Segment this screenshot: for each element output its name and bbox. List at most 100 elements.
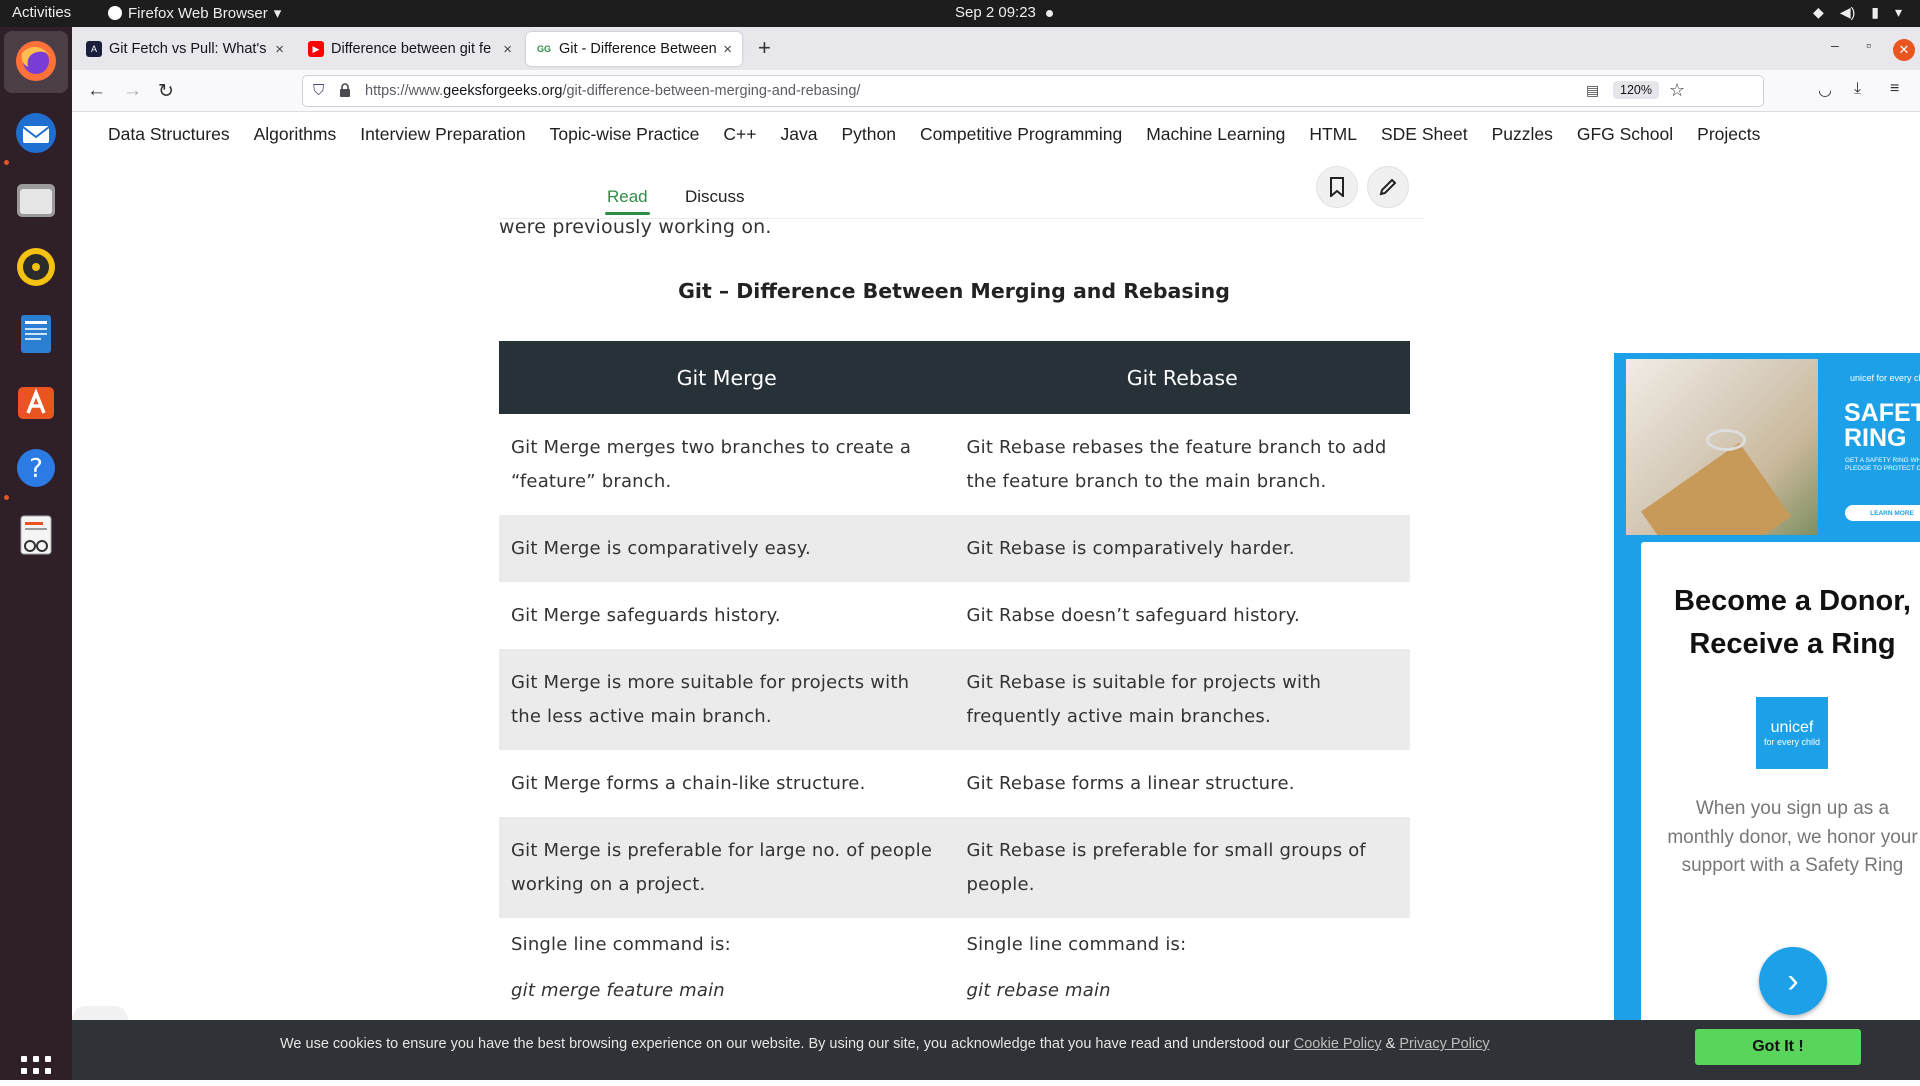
nav-puzzles[interactable]: Puzzles [1492,124,1553,145]
command-code: git merge feature main [511,980,725,1001]
reload-icon[interactable]: ↻ [158,80,174,103]
column-header-git-rebase: Git Rebase [954,341,1410,414]
libreoffice-writer-icon[interactable] [12,310,60,358]
show-applications-icon[interactable] [21,1056,51,1086]
maximize-icon[interactable]: ▫ [1866,37,1871,53]
tab-git-fetch-vs-pull[interactable]: A Git Fetch vs Pull: What's t × [76,32,294,66]
system-tray[interactable]: ◆ ◀) ▮ ▾ [1813,4,1902,21]
advertisement[interactable]: ⓘ✕ unicef for every child SAFETYRING GET… [1614,353,1920,1020]
nav-machine-learning[interactable]: Machine Learning [1146,124,1285,145]
rhythmbox-icon[interactable] [12,243,60,291]
edit-button[interactable] [1367,166,1409,208]
tab-read[interactable]: Read [605,187,650,215]
bookmark-button[interactable] [1316,166,1358,208]
bookmark-star-icon[interactable]: ☆ [1669,80,1685,101]
close-icon[interactable]: × [503,41,512,58]
tab-strip: A Git Fetch vs Pull: What's t × ▶ Differ… [72,27,1920,70]
table-cell: Git Merge is comparatively easy. [499,515,955,582]
volume-icon: ◀) [1839,4,1856,20]
tab-git-difference-merging-rebasing[interactable]: GG Git - Difference Between × [526,32,742,66]
table-row: Git Merge merges two branches to create … [499,414,1410,515]
ad-brand: unicef for every child [1850,373,1920,383]
table-cell: Git Merge safeguards history. [511,604,781,626]
firefox-icon[interactable] [12,37,60,85]
document-viewer-icon[interactable] [12,511,60,559]
tab-difference-between-git-fetch[interactable]: ▶ Difference between git fe × [298,32,522,66]
cookie-banner: We use cookies to ensure you have the be… [72,1020,1920,1080]
page-content: were previously working on. Read Discuss… [72,157,1920,1020]
nav-sde-sheet[interactable]: SDE Sheet [1381,124,1468,145]
running-indicator [4,495,9,500]
activities-button[interactable]: Activities [12,4,71,21]
tab-title: Difference between git fe [331,41,492,57]
nav-algorithms[interactable]: Algorithms [254,124,337,145]
table-cell: Git Rebase forms a linear structure. [966,772,1295,794]
ad-card-text: When you sign up as a monthly donor, we … [1667,798,1918,876]
new-tab-icon[interactable]: + [758,35,771,61]
tracking-protection-icon[interactable]: ⛉ [313,82,324,99]
cookie-message: We use cookies to ensure you have the be… [280,1036,1490,1052]
pocket-icon[interactable]: ◡ [1818,80,1832,100]
ad-learn-more-button[interactable]: LEARN MORE [1845,505,1920,521]
command-label: Single line command is: [966,934,1187,955]
menu-icon[interactable]: ≡ [1890,80,1899,98]
back-icon[interactable]: ← [87,80,106,102]
table-cell: Git Rebase rebases the feature branch to… [966,436,1387,492]
table-header-row: Git Merge Git Rebase [499,341,1410,414]
nav-interview-preparation[interactable]: Interview Preparation [360,124,525,145]
url-bar[interactable]: ⛉ https://www.geeksforgeeks.org/git-diff… [302,75,1764,107]
table-row: Git Merge forms a chain-like structure. … [499,750,1410,817]
table-cell: Git Rebase is preferable for small group… [954,817,1410,918]
nav-topic-wise-practice[interactable]: Topic-wise Practice [550,124,700,145]
column-header-git-merge: Git Merge [499,341,955,414]
unicef-logo-icon: unicef for every child [1756,697,1828,769]
nav-python[interactable]: Python [841,124,895,145]
window-close-icon[interactable]: ✕ [1893,39,1915,61]
system-top-bar: Activities Firefox Web Browser ▾ Sep 2 0… [0,0,1920,27]
nav-cpp[interactable]: C++ [723,124,756,145]
floating-widget[interactable] [72,1006,128,1020]
nav-gfg-school[interactable]: GFG School [1577,124,1673,145]
help-icon[interactable]: ? [12,444,60,492]
reader-view-icon[interactable]: ▤ [1586,82,1599,99]
bookmark-icon [1330,177,1344,197]
table-cell: Git Merge is more suitable for projects … [499,649,955,750]
nav-java[interactable]: Java [780,124,817,145]
table-cell: Single line command is: git rebase main [955,918,1411,1018]
close-icon[interactable]: × [275,41,284,58]
site-navigation: Data Structures Algorithms Interview Pre… [72,112,1920,157]
cookie-policy-link[interactable]: Cookie Policy [1294,1036,1382,1052]
table-row: Git Merge is preferable for large no. of… [499,817,1410,918]
accept-cookies-button[interactable]: Got It ! [1695,1029,1861,1065]
zoom-level[interactable]: 120% [1613,81,1659,99]
tab-title: Git - Difference Between [559,41,717,57]
minimize-icon[interactable]: – [1831,37,1839,53]
url-path: /git-difference-between-merging-and-reba… [562,83,861,99]
forward-icon[interactable]: → [123,80,142,102]
files-icon[interactable] [12,176,60,224]
tab-favicon-icon: A [86,41,102,57]
app-menu[interactable]: Firefox Web Browser ▾ [108,4,281,22]
tab-discuss[interactable]: Discuss [685,187,745,207]
table-cell: Git Rebase is comparatively harder. [954,515,1410,582]
table-cell: Git Rebase is suitable for projects with… [954,649,1410,750]
privacy-policy-link[interactable]: Privacy Policy [1399,1036,1489,1052]
article-tabs: Read Discuss [498,157,1424,219]
table-title: Git – Difference Between Merging and Reb… [678,279,1230,303]
lock-icon[interactable] [339,83,351,97]
wifi-icon: ◆ [1813,4,1824,20]
table-row: Git Merge is more suitable for projects … [499,649,1410,750]
chevron-right-icon[interactable]: › [1759,947,1827,1015]
chevron-down-icon: ▾ [1894,4,1902,20]
nav-data-structures[interactable]: Data Structures [108,124,230,145]
downloads-icon[interactable]: ⤓ [1854,80,1861,98]
nav-projects[interactable]: Projects [1697,124,1760,145]
nav-competitive-programming[interactable]: Competitive Programming [920,124,1122,145]
thunderbird-icon[interactable] [12,109,60,157]
close-icon[interactable]: × [723,41,732,58]
nav-html[interactable]: HTML [1309,124,1357,145]
table-row: Git Merge safeguards history. Git Rabse … [499,582,1410,649]
url-text[interactable]: https://www.geeksforgeeks.org/git-differ… [365,83,860,99]
software-center-icon[interactable] [12,377,60,425]
clock[interactable]: Sep 2 09:23 [955,4,1053,21]
